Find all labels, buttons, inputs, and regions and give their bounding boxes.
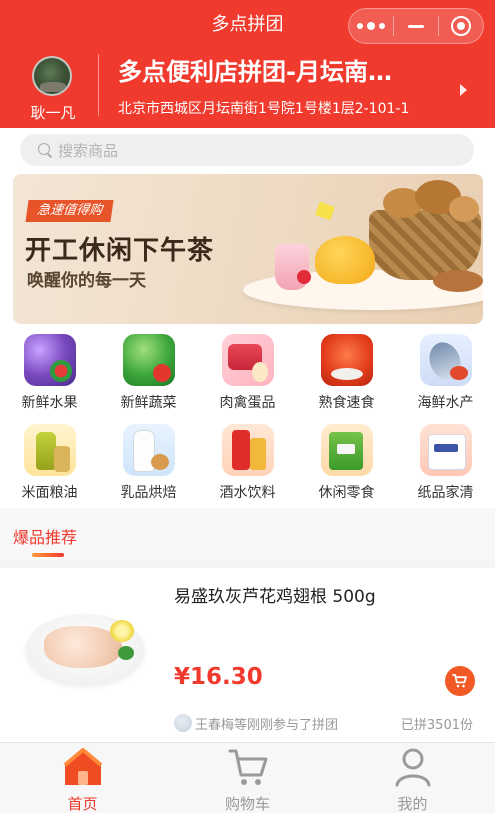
category-label: 熟食速食 bbox=[318, 395, 375, 411]
mini-program-capsule bbox=[348, 8, 484, 44]
category-drinks[interactable]: 酒水饮料 bbox=[198, 420, 297, 510]
category-label: 米面粮油 bbox=[21, 485, 78, 501]
category-snacks[interactable]: 休闲零食 bbox=[297, 420, 396, 510]
product-card[interactable]: 易盛玖灰芦花鸡翅根 500g ¥16.30 王春梅等刚刚参与了拼团 已拼3501… bbox=[0, 568, 495, 742]
minimize-button[interactable] bbox=[394, 9, 438, 43]
tab-label: 购物车 bbox=[224, 795, 270, 813]
category-grain-oil[interactable]: 米面粮油 bbox=[0, 420, 99, 510]
herb-illustration bbox=[118, 646, 134, 660]
search-icon bbox=[38, 143, 52, 157]
tab-cart[interactable]: 购物车 bbox=[165, 743, 330, 813]
category-label: 酒水饮料 bbox=[219, 485, 276, 501]
search-input[interactable]: 搜索商品 bbox=[20, 134, 474, 166]
banner-subline: 唤醒你的每一天 bbox=[27, 271, 146, 291]
seafood-icon bbox=[419, 334, 472, 386]
banner-area: 急速值得购 开工休闲下午茶 唤醒你的每一天 bbox=[0, 172, 495, 328]
shop-name[interactable]: 多点便利店拼团-月坛南… bbox=[118, 52, 448, 87]
category-grid: 新鲜水果 新鲜蔬菜 肉禽蛋品 熟食速食 海鲜水产 米面粮油 乳品烘焙 酒水饮料 … bbox=[0, 328, 495, 508]
grain-oil-icon bbox=[23, 424, 76, 476]
category-fresh-vegetables[interactable]: 新鲜蔬菜 bbox=[99, 330, 198, 420]
category-label: 新鲜蔬菜 bbox=[120, 395, 177, 411]
mango-illustration bbox=[315, 236, 375, 284]
category-label: 海鲜水产 bbox=[417, 395, 474, 411]
snacks-icon bbox=[320, 424, 373, 476]
header: 多点拼团 耿一凡 多点便利店拼团-月坛南… 北京市西城区月坛南街1号院1号楼1层… bbox=[0, 0, 495, 128]
search-bar-area: 搜索商品 bbox=[0, 128, 495, 172]
hot-section-header: 爆品推荐 bbox=[0, 508, 495, 560]
chevron-right-icon[interactable] bbox=[460, 84, 467, 96]
category-label: 休闲零食 bbox=[318, 485, 375, 501]
meat-icon bbox=[221, 334, 274, 386]
more-dots-icon bbox=[357, 22, 385, 30]
vegetable-icon bbox=[122, 334, 175, 386]
cart-icon bbox=[452, 674, 467, 688]
category-label: 新鲜水果 bbox=[21, 395, 78, 411]
category-label: 纸品家清 bbox=[417, 485, 474, 501]
cake-illustration bbox=[315, 201, 335, 221]
user-icon bbox=[395, 748, 431, 787]
tab-label: 首页 bbox=[67, 795, 98, 813]
tab-home[interactable]: 首页 bbox=[0, 743, 165, 813]
shopping-cart-icon bbox=[228, 749, 268, 785]
category-dairy-bakery[interactable]: 乳品烘焙 bbox=[99, 420, 198, 510]
bread-roll-illustration bbox=[433, 270, 483, 292]
category-paper-cleaning[interactable]: 纸品家清 bbox=[396, 420, 495, 510]
minimize-icon bbox=[408, 24, 424, 28]
tab-hot-recommend[interactable]: 爆品推荐 bbox=[13, 524, 77, 548]
shop-address[interactable]: 北京市西城区月坛南街1号院1号楼1层2-101-1 bbox=[118, 98, 438, 118]
add-to-cart-button[interactable] bbox=[445, 666, 475, 696]
fruit-icon bbox=[23, 334, 76, 386]
strawberry-illustration bbox=[297, 270, 311, 284]
promo-banner[interactable]: 急速值得购 开工休闲下午茶 唤醒你的每一天 bbox=[13, 174, 483, 324]
participant-avatar bbox=[174, 714, 192, 732]
product-name: 易盛玖灰芦花鸡翅根 500g bbox=[174, 587, 376, 607]
active-tab-indicator bbox=[32, 553, 64, 557]
home-icon bbox=[63, 748, 103, 785]
close-button[interactable] bbox=[439, 9, 483, 43]
bread-illustration bbox=[449, 196, 479, 222]
leader-avatar[interactable] bbox=[32, 56, 72, 96]
category-label: 乳品烘焙 bbox=[120, 485, 177, 501]
paper-cleaning-icon bbox=[419, 424, 472, 476]
dairy-bakery-icon bbox=[122, 424, 175, 476]
more-menu-button[interactable] bbox=[349, 9, 393, 43]
tab-label: 我的 bbox=[397, 795, 428, 813]
sold-count: 已拼3501份 bbox=[400, 718, 473, 733]
category-label: 肉禽蛋品 bbox=[219, 395, 276, 411]
lemon-illustration bbox=[110, 620, 134, 642]
category-meat-eggs[interactable]: 肉禽蛋品 bbox=[198, 330, 297, 420]
leader-name: 耿一凡 bbox=[30, 104, 76, 122]
search-placeholder: 搜索商品 bbox=[58, 141, 119, 160]
category-seafood[interactable]: 海鲜水产 bbox=[396, 330, 495, 420]
product-price: ¥16.30 bbox=[174, 664, 263, 690]
cooked-food-icon bbox=[320, 334, 373, 386]
category-cooked-food[interactable]: 熟食速食 bbox=[297, 330, 396, 420]
banner-headline: 开工休闲下午茶 bbox=[25, 236, 215, 266]
category-fresh-fruit[interactable]: 新鲜水果 bbox=[0, 330, 99, 420]
bottom-tab-bar: 首页 购物车 我的 bbox=[0, 742, 495, 813]
banner-tag: 急速值得购 bbox=[25, 200, 114, 222]
group-join-status: 王春梅等刚刚参与了拼团 bbox=[195, 718, 339, 733]
close-target-icon bbox=[451, 16, 471, 36]
header-divider bbox=[98, 54, 99, 116]
tab-profile[interactable]: 我的 bbox=[330, 743, 495, 813]
drinks-icon bbox=[221, 424, 274, 476]
